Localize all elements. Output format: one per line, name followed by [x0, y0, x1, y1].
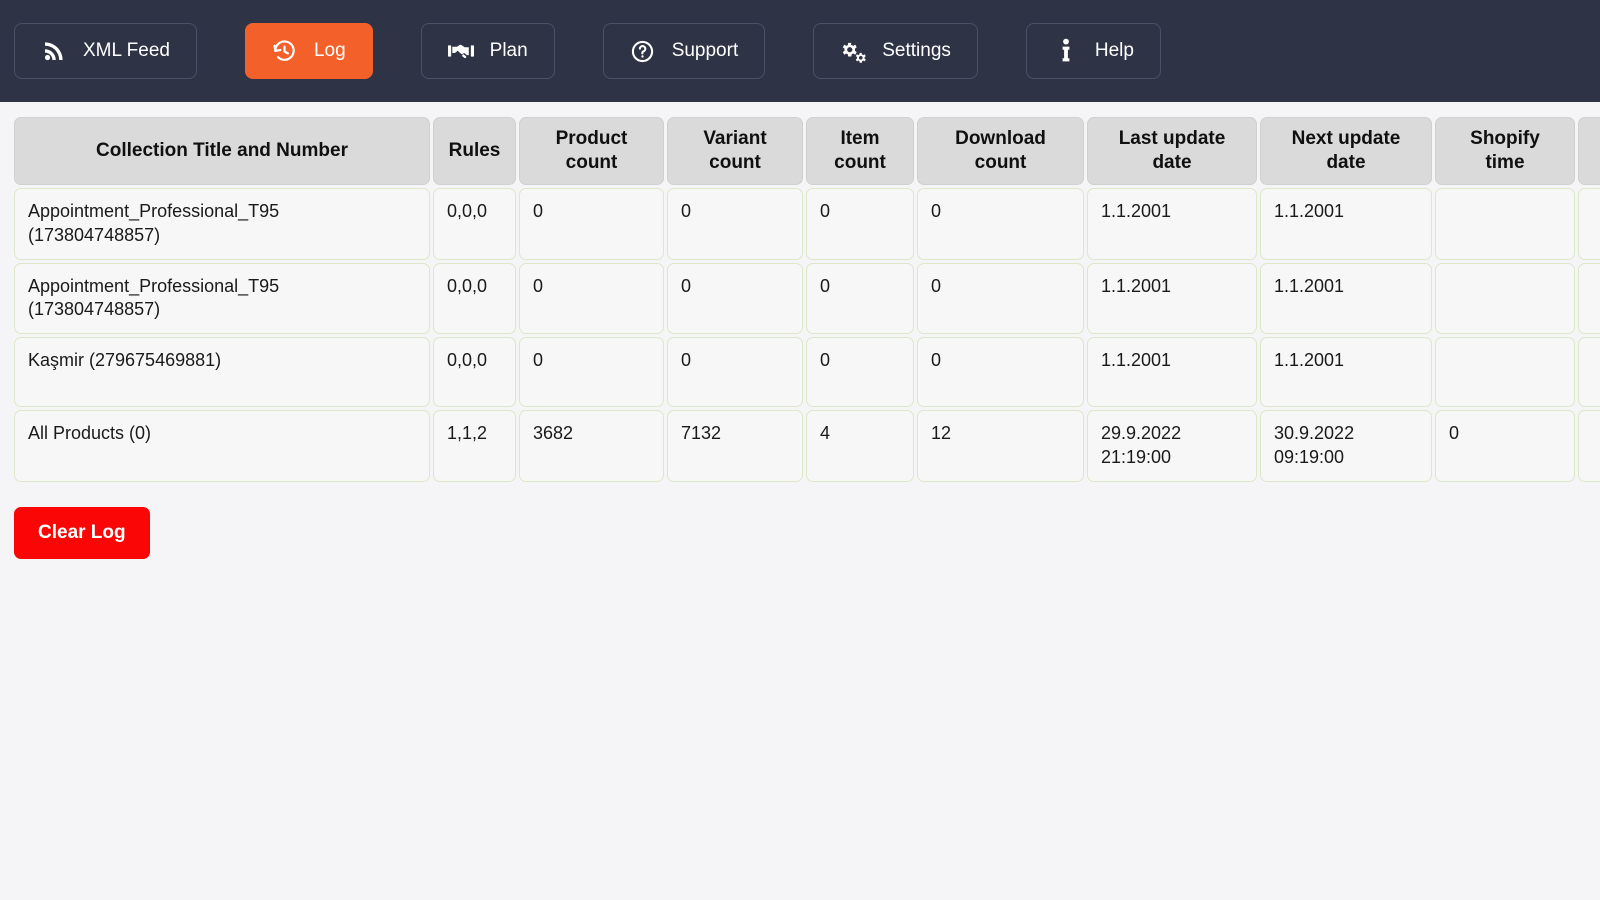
column-header-download-count[interactable]: Download count: [917, 117, 1084, 185]
cell-extra: [1578, 410, 1600, 482]
cell-product-count: 0: [519, 337, 664, 407]
cell-last-update-date: 29.9.2022 21:19:00: [1087, 410, 1257, 482]
nav-item-support[interactable]: Support: [602, 23, 766, 79]
cell-extra: [1578, 337, 1600, 407]
cell-product-count: 3682: [519, 410, 664, 482]
cell-variant-count: 0: [667, 188, 803, 260]
nav-item-label: Support: [671, 40, 739, 61]
cell-shopify-time: 0: [1435, 410, 1575, 482]
column-header-shopify-time[interactable]: Shopify time: [1435, 117, 1575, 185]
nav-item-label: Settings: [882, 40, 951, 61]
column-header-rules[interactable]: Rules: [433, 117, 516, 185]
cell-variant-count: 0: [667, 262, 803, 334]
nav-item-label: XML Feed: [83, 40, 170, 61]
clear-log-container: Clear Log: [0, 485, 1600, 559]
nav-item-label: Log: [313, 40, 346, 61]
cell-download-count: 0: [917, 337, 1084, 407]
gears-icon: [840, 38, 867, 64]
table-row[interactable]: Appointment_Professional_T95 (1738047488…: [14, 188, 1600, 260]
column-header-last-update-date[interactable]: Last update date: [1087, 117, 1257, 185]
column-header-variant-count[interactable]: Variant count: [667, 117, 803, 185]
cell-next-update-date: 1.1.2001: [1260, 262, 1432, 334]
column-header-extra[interactable]: [1578, 117, 1600, 185]
nav-item-label: Plan: [489, 40, 528, 61]
history-icon: [272, 38, 298, 64]
table-row[interactable]: Appointment_Professional_T95 (1738047488…: [14, 262, 1600, 334]
cell-extra: [1578, 188, 1600, 260]
cell-next-update-date: 1.1.2001: [1260, 188, 1432, 260]
nav-item-help[interactable]: Help: [1025, 23, 1161, 79]
rss-icon: [41, 38, 67, 64]
table-header-row: Collection Title and Number Rules Produc…: [14, 117, 1600, 185]
nav-item-log[interactable]: Log: [244, 23, 373, 79]
cell-download-count: 0: [917, 188, 1084, 260]
cell-collection-title: All Products (0): [14, 410, 430, 482]
cell-download-count: 12: [917, 410, 1084, 482]
cell-item-count: 0: [806, 337, 914, 407]
cell-collection-title: Kaşmir (279675469881): [14, 337, 430, 407]
cell-rules: 0,0,0: [433, 337, 516, 407]
cell-variant-count: 7132: [667, 410, 803, 482]
nav-item-xml-feed[interactable]: XML Feed: [14, 23, 197, 79]
cell-shopify-time: [1435, 337, 1575, 407]
question-circle-icon: [630, 38, 656, 64]
table-row[interactable]: All Products (0) 1,1,2 3682 7132 4 12 29…: [14, 410, 1600, 482]
log-table: Collection Title and Number Rules Produc…: [11, 114, 1600, 485]
clear-log-button[interactable]: Clear Log: [14, 506, 150, 559]
column-header-collection-title[interactable]: Collection Title and Number: [14, 117, 430, 185]
table-row[interactable]: Kaşmir (279675469881) 0,0,0 0 0 0 0 1.1.…: [14, 337, 1600, 407]
cell-shopify-time: [1435, 188, 1575, 260]
log-table-container: Collection Title and Number Rules Produc…: [0, 102, 1600, 485]
cell-rules: 0,0,0: [433, 188, 516, 260]
column-header-product-count[interactable]: Product count: [519, 117, 664, 185]
cell-shopify-time: [1435, 262, 1575, 334]
cell-variant-count: 0: [667, 337, 803, 407]
cell-next-update-date: 1.1.2001: [1260, 337, 1432, 407]
cell-collection-title: Appointment_Professional_T95 (1738047488…: [14, 188, 430, 260]
cell-extra: [1578, 262, 1600, 334]
cell-rules: 0,0,0: [433, 262, 516, 334]
info-icon: [1053, 38, 1079, 64]
cell-collection-title: Appointment_Professional_T95 (1738047488…: [14, 262, 430, 334]
cell-product-count: 0: [519, 262, 664, 334]
nav-item-settings[interactable]: Settings: [813, 23, 978, 79]
column-header-item-count[interactable]: Item count: [806, 117, 914, 185]
cell-last-update-date: 1.1.2001: [1087, 262, 1257, 334]
cell-product-count: 0: [519, 188, 664, 260]
cell-rules: 1,1,2: [433, 410, 516, 482]
nav-item-plan[interactable]: Plan: [420, 23, 555, 79]
cell-item-count: 0: [806, 262, 914, 334]
top-navigation-bar: XML Feed Log Plan Support Settings Help: [0, 0, 1600, 102]
cell-last-update-date: 1.1.2001: [1087, 188, 1257, 260]
cell-last-update-date: 1.1.2001: [1087, 337, 1257, 407]
cell-item-count: 4: [806, 410, 914, 482]
cell-item-count: 0: [806, 188, 914, 260]
column-header-next-update-date[interactable]: Next update date: [1260, 117, 1432, 185]
handshake-icon: [447, 38, 474, 64]
cell-next-update-date: 30.9.2022 09:19:00: [1260, 410, 1432, 482]
nav-item-label: Help: [1094, 40, 1134, 61]
cell-download-count: 0: [917, 262, 1084, 334]
